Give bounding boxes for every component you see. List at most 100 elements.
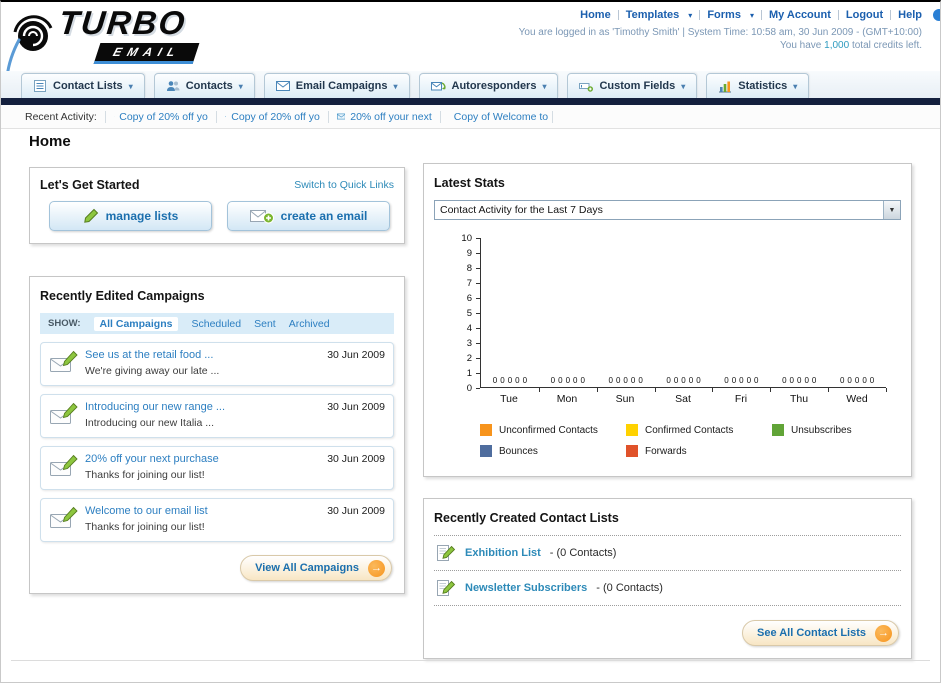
contact-list-count: - (0 Contacts)	[549, 547, 617, 559]
nav-link-logout[interactable]: Logout	[846, 9, 883, 21]
stats-period-dropdown[interactable]: Contact Activity for the Last 7 Days ▼	[434, 200, 901, 220]
arrow-right-icon: →	[368, 559, 385, 577]
legend-color-swatch	[480, 445, 492, 457]
campaign-title-link[interactable]: See us at the retail food ...	[85, 349, 327, 361]
recent-campaigns-panel: Recently Edited Campaigns SHOW: All Camp…	[29, 276, 405, 594]
latest-stats-panel: Latest Stats Contact Activity for the La…	[423, 163, 912, 477]
show-label: SHOW:	[48, 318, 81, 329]
bar-value-label: 0	[862, 376, 867, 385]
tab-contacts[interactable]: Contacts ▾	[153, 73, 255, 98]
recent-activity-text: Copy of 20% off yo	[119, 110, 208, 123]
y-tick-label: 0	[466, 383, 472, 394]
recent-activity-item[interactable]: Copy of Welcome to	[441, 110, 553, 123]
y-tick-label: 10	[461, 233, 472, 244]
tab-label: Email Campaigns	[295, 80, 388, 92]
chart-plot-area: 00000000000000000000000000000000000	[480, 238, 887, 392]
contact-list-count: - (0 Contacts)	[596, 582, 663, 594]
bar-value-label: 0	[869, 376, 875, 385]
tab-custom-fields[interactable]: Custom Fields ▾	[567, 73, 698, 98]
right-column: Latest Stats Contact Activity for the La…	[423, 163, 912, 659]
campaign-title-link[interactable]: 20% off your next purchase	[85, 453, 327, 465]
bar-value-label: 0	[623, 376, 628, 385]
campaign-row[interactable]: 20% off your next purchase Thanks for jo…	[40, 446, 394, 490]
bar-value-label: 0	[507, 376, 513, 385]
bar-value-label: 0	[681, 376, 686, 385]
contact-list-name-link[interactable]: Exhibition List	[465, 547, 541, 559]
manage-lists-label: manage lists	[105, 209, 179, 223]
bar-value-label: 0	[608, 376, 613, 385]
campaign-subtitle: Thanks for joining our list!	[85, 521, 205, 533]
bar-group: 00000	[597, 238, 656, 392]
tab-label: Contacts	[185, 80, 233, 92]
nav-link-home[interactable]: Home	[580, 9, 611, 21]
tab-statistics[interactable]: Statistics ▾	[706, 73, 810, 98]
list-edit-icon	[437, 545, 456, 561]
x-tick-label: Wed	[846, 393, 868, 405]
x-tick-label: Tue	[500, 393, 518, 405]
left-column: Let's Get Started Switch to Quick Links …	[29, 167, 405, 594]
nav-link-templates[interactable]: Templates	[626, 9, 680, 21]
bar-value-label: 0	[558, 376, 563, 385]
nav-link-help[interactable]: Help	[898, 9, 922, 21]
recent-campaigns-title: Recently Edited Campaigns	[40, 289, 205, 303]
nav-link-my-account[interactable]: My Account	[769, 9, 831, 21]
y-tick-label: 7	[466, 278, 472, 289]
tab-email-campaigns[interactable]: Email Campaigns ▾	[263, 73, 410, 98]
nav-link-forms[interactable]: Forms	[707, 9, 741, 21]
campaign-row[interactable]: See us at the retail food ... We're givi…	[40, 342, 394, 386]
see-all-contact-lists-label: See All Contact Lists	[756, 627, 866, 639]
campaign-row[interactable]: Introducing our new range ... Introducin…	[40, 394, 394, 438]
filter-sent[interactable]: Sent	[254, 318, 276, 330]
y-tick-mark	[476, 388, 480, 389]
recent-activity-item[interactable]: Copy of 20% off yo	[104, 110, 217, 123]
bar-value-label: 0	[854, 376, 860, 385]
legend-color-swatch	[626, 445, 638, 457]
legend-label: Bounces	[499, 445, 538, 457]
manage-lists-button[interactable]: manage lists	[49, 201, 212, 231]
campaign-title-link[interactable]: Welcome to our email list	[85, 505, 327, 517]
tab-contact-lists[interactable]: Contact Lists ▾	[21, 73, 145, 98]
bar-value-label: 0	[515, 376, 520, 385]
app-logo[interactable]: TURBO EMAIL	[11, 4, 271, 68]
recent-activity-text: Copy of 20% off yo	[231, 110, 320, 123]
view-all-campaigns-button[interactable]: View All Campaigns →	[240, 555, 392, 581]
latest-stats-title: Latest Stats	[434, 176, 505, 190]
campaign-date: 30 Jun 2009	[327, 505, 385, 517]
bar-value-label: 0	[804, 376, 809, 385]
contact-list-name-link[interactable]: Newsletter Subscribers	[465, 582, 587, 594]
bar-value-label: 0	[638, 376, 643, 385]
contact-list-row[interactable]: Newsletter Subscribers - (0 Contacts)	[434, 571, 901, 606]
chevron-down-icon: ▾	[793, 81, 798, 91]
campaign-date: 30 Jun 2009	[327, 453, 385, 465]
bar-value-label: 0	[696, 376, 701, 385]
campaign-row[interactable]: Welcome to our email list Thanks for joi…	[40, 498, 394, 542]
bar-value-label: 0	[492, 376, 498, 385]
recent-activity-item[interactable]: Copy of 20% off yo	[217, 110, 329, 123]
dropdown-arrow-icon: ▼	[883, 201, 900, 219]
autoresponders-icon	[430, 81, 446, 90]
chart-bars: 00000000000000000000000000000000000	[481, 238, 887, 392]
campaign-title-link[interactable]: Introducing our new range ...	[85, 401, 327, 413]
bar-value-label: 0	[673, 376, 679, 385]
bar-group: 00000	[712, 238, 772, 392]
custom-fields-icon	[579, 82, 594, 92]
filter-archived[interactable]: Archived	[289, 318, 330, 330]
x-tick-label: Sun	[615, 393, 635, 405]
bar-group: 00000	[655, 238, 714, 392]
switch-quick-links-link[interactable]: Switch to Quick Links	[294, 179, 394, 191]
bar-group: 00000	[481, 238, 540, 392]
tab-autoresponders[interactable]: Autoresponders ▾	[418, 73, 559, 98]
contact-list-row[interactable]: Exhibition List - (0 Contacts)	[434, 535, 901, 571]
legend-color-swatch	[626, 424, 638, 436]
create-email-button[interactable]: create an email	[227, 201, 390, 231]
y-tick-label: 4	[466, 323, 472, 334]
bar-value-label: 0	[522, 376, 528, 385]
divider	[760, 10, 762, 20]
credits-info: You have 1,000 total credits left.	[780, 40, 922, 51]
filter-all-campaigns[interactable]: All Campaigns	[93, 316, 179, 331]
list-edit-icon	[437, 580, 456, 596]
utility-nav: Home Templates ▾ Forms ▾ My Account Logout…	[580, 9, 922, 21]
recent-activity-item[interactable]: 20% off your next	[329, 110, 441, 123]
filter-scheduled[interactable]: Scheduled	[191, 318, 241, 330]
see-all-contact-lists-button[interactable]: See All Contact Lists →	[741, 620, 899, 646]
